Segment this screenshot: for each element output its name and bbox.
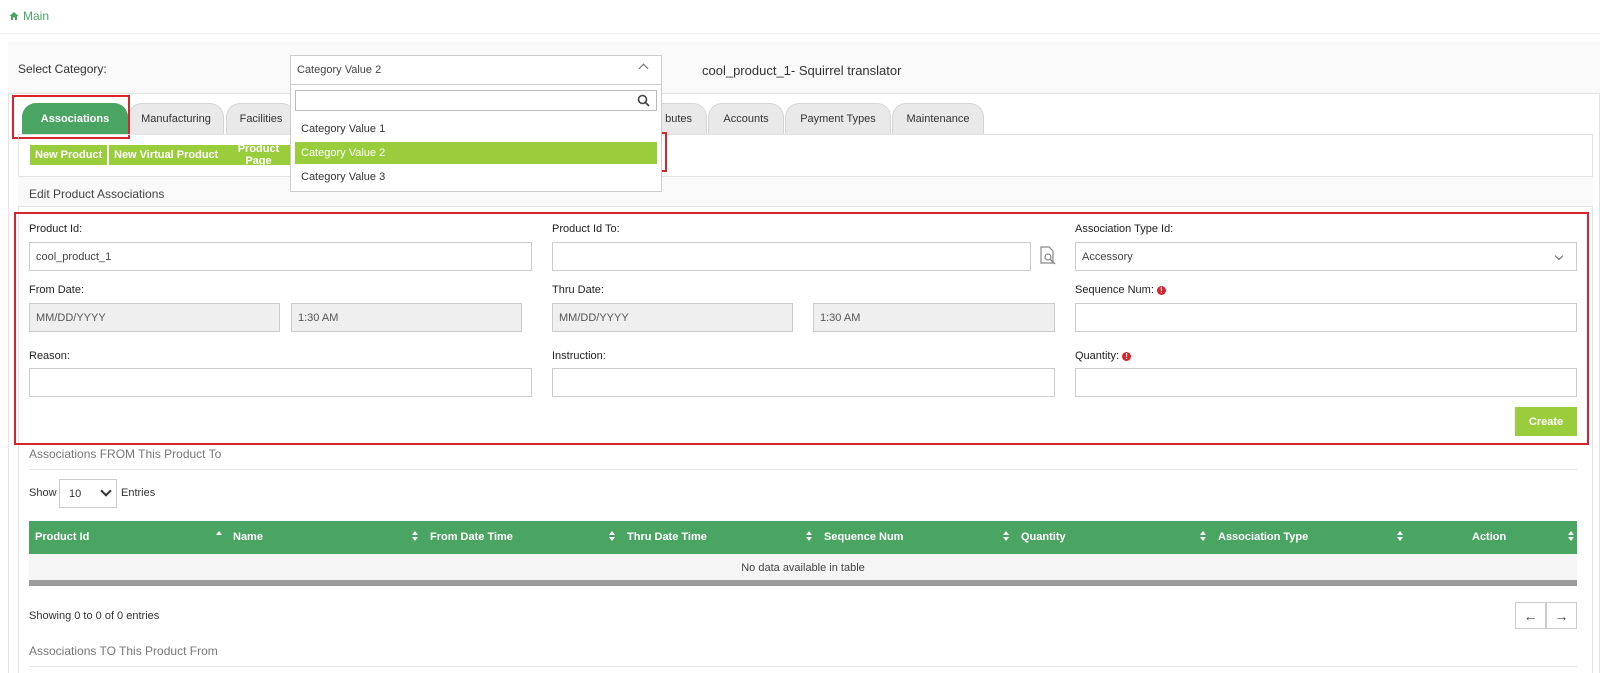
to-table-title: Associations TO This Product From bbox=[29, 644, 218, 658]
sort-icon bbox=[412, 531, 418, 541]
tab-facilities[interactable]: Facilities bbox=[226, 103, 296, 134]
chevron-up-icon bbox=[638, 63, 649, 74]
category-option-selected[interactable]: Category Value 2 bbox=[295, 142, 657, 164]
top-bar: Main bbox=[0, 0, 1600, 34]
entries-select-value: 10 bbox=[69, 488, 82, 500]
table-info: Showing 0 to 0 of 0 entries bbox=[29, 610, 160, 622]
column-header-quantity[interactable]: Quantity bbox=[1021, 531, 1066, 543]
thru-date-placeholder: MM/DD/YYYY bbox=[559, 311, 629, 324]
column-header-thru-date-time[interactable]: Thru Date Time bbox=[627, 531, 707, 543]
tab-label: Maintenance bbox=[906, 113, 970, 125]
from-date-label: From Date: bbox=[29, 284, 85, 296]
product-page-button[interactable]: Product Page bbox=[222, 145, 295, 165]
horizontal-scrollbar[interactable] bbox=[29, 580, 1577, 586]
column-header-sequence-num[interactable]: Sequence Num bbox=[824, 531, 903, 543]
required-icon: ! bbox=[1156, 285, 1166, 295]
from-table-title: Associations FROM This Product To bbox=[29, 447, 222, 461]
next-page-button[interactable]: → bbox=[1546, 602, 1577, 629]
quantity-input[interactable] bbox=[1075, 368, 1577, 397]
tab-label: Manufacturing bbox=[141, 113, 211, 125]
tab-label: Facilities bbox=[239, 113, 283, 125]
tab-manufacturing[interactable]: Manufacturing bbox=[128, 103, 224, 134]
tab-label: butes bbox=[665, 113, 692, 125]
tab-associations[interactable]: Associations bbox=[22, 103, 128, 134]
sort-asc-icon bbox=[216, 531, 222, 535]
category-select[interactable]: Category Value 2 bbox=[290, 55, 662, 85]
reason-label: Reason: bbox=[29, 350, 70, 362]
column-header-association-type[interactable]: Association Type bbox=[1218, 531, 1308, 543]
product-title: cool_product_1- Squirrel translator bbox=[702, 63, 902, 78]
instruction-label: Instruction: bbox=[552, 350, 606, 362]
sequence-num-label-text: Sequence Num: bbox=[1075, 284, 1154, 296]
sort-icon bbox=[1003, 531, 1009, 541]
from-date-placeholder: MM/DD/YYYY bbox=[36, 311, 106, 324]
breadcrumb-home-label: Main bbox=[23, 9, 50, 23]
search-icon bbox=[637, 94, 650, 107]
sort-icon bbox=[1397, 531, 1403, 541]
column-header-product-id[interactable]: Product Id bbox=[35, 531, 89, 543]
tab-accounts[interactable]: Accounts bbox=[708, 103, 784, 134]
sort-icon bbox=[609, 531, 615, 541]
new-product-button[interactable]: New Product bbox=[30, 145, 108, 165]
product-id-to-label: Product Id To: bbox=[552, 223, 620, 235]
thru-date-label: Thru Date: bbox=[552, 284, 604, 296]
association-type-value: Accessory bbox=[1082, 250, 1133, 263]
from-time-input[interactable]: 1:30 AM bbox=[291, 303, 522, 332]
category-option[interactable]: Category Value 1 bbox=[295, 118, 657, 140]
tab-payment-types[interactable]: Payment Types bbox=[785, 103, 891, 134]
thru-time-input[interactable]: 1:30 AM bbox=[813, 303, 1055, 332]
from-time-value: 1:30 AM bbox=[298, 311, 339, 324]
product-id-to-input[interactable] bbox=[552, 242, 1031, 271]
divider bbox=[29, 666, 1577, 667]
sort-icon bbox=[1200, 531, 1206, 541]
required-icon: ! bbox=[1122, 351, 1132, 361]
column-header-name[interactable]: Name bbox=[233, 531, 263, 543]
thru-date-input[interactable]: MM/DD/YYYY bbox=[552, 303, 793, 332]
sort-icon bbox=[1568, 531, 1574, 541]
sort-icon bbox=[806, 531, 812, 541]
tab-content bbox=[18, 134, 1593, 673]
empty-table-message: No data available in table bbox=[741, 562, 865, 574]
quantity-label-text: Quantity: bbox=[1075, 350, 1120, 362]
table-row: No data available in table bbox=[29, 554, 1577, 580]
divider bbox=[29, 469, 1577, 470]
tab-maintenance[interactable]: Maintenance bbox=[892, 103, 984, 134]
edit-section-header bbox=[18, 176, 1593, 207]
quantity-label: Quantity:! bbox=[1075, 350, 1132, 362]
reason-input[interactable] bbox=[29, 368, 532, 397]
edit-section-title: Edit Product Associations bbox=[29, 187, 165, 201]
category-dropdown: Category Value 1 Category Value 2 Catego… bbox=[290, 84, 662, 192]
entries-label: Entries bbox=[121, 487, 156, 499]
lookup-icon[interactable] bbox=[1039, 246, 1057, 266]
category-search-input[interactable] bbox=[295, 90, 657, 111]
category-option[interactable]: Category Value 3 bbox=[295, 166, 657, 188]
thru-time-value: 1:30 AM bbox=[820, 311, 861, 324]
sequence-num-input[interactable] bbox=[1075, 303, 1577, 332]
column-header-action[interactable]: Action bbox=[1472, 531, 1506, 543]
from-date-input[interactable]: MM/DD/YYYY bbox=[29, 303, 280, 332]
tab-label: Payment Types bbox=[800, 113, 876, 125]
sequence-num-label: Sequence Num:! bbox=[1075, 284, 1166, 296]
create-button[interactable]: Create bbox=[1515, 407, 1577, 436]
tab-label: Associations bbox=[40, 113, 110, 125]
entries-select[interactable]: 10 bbox=[59, 479, 117, 508]
new-virtual-product-button[interactable]: New Virtual Product bbox=[109, 145, 224, 165]
product-id-input[interactable]: cool_product_1 bbox=[29, 242, 532, 271]
association-type-select[interactable]: Accessory bbox=[1075, 242, 1577, 271]
product-id-label: Product Id: bbox=[29, 223, 83, 235]
tab-label: Accounts bbox=[723, 113, 769, 125]
chevron-down-icon bbox=[100, 485, 112, 497]
previous-page-button[interactable]: ← bbox=[1515, 602, 1546, 629]
instruction-input[interactable] bbox=[552, 368, 1055, 397]
category-select-value: Category Value 2 bbox=[297, 64, 382, 76]
show-label: Show bbox=[29, 487, 57, 499]
home-icon bbox=[9, 12, 19, 20]
select-category-label: Select Category: bbox=[18, 62, 107, 76]
product-id-value: cool_product_1 bbox=[36, 250, 112, 263]
breadcrumb-home[interactable]: Main bbox=[9, 9, 49, 23]
column-header-from-date-time[interactable]: From Date Time bbox=[430, 531, 513, 543]
association-type-id-label: Association Type Id: bbox=[1075, 223, 1174, 235]
